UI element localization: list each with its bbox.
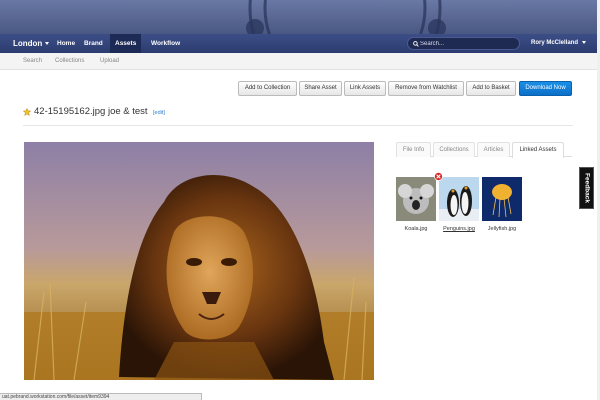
header-banner	[0, 0, 600, 34]
linked-asset-thumbnail-jellyfish[interactable]	[482, 177, 522, 221]
subnav-upload[interactable]: Upload	[100, 53, 119, 70]
linked-asset-thumbnail-penguins[interactable]	[439, 177, 479, 221]
share-asset-button[interactable]: Share Asset	[299, 81, 342, 96]
nav-brand[interactable]: Brand	[79, 34, 108, 53]
search-box	[407, 37, 520, 50]
ferris-wheel-banner-image	[246, 0, 446, 34]
main-navbar: London Home Brand Assets Workflow Rory M…	[0, 34, 600, 53]
add-to-collection-button[interactable]: Add to Collection	[238, 81, 297, 96]
search-input[interactable]	[420, 38, 515, 49]
sub-navbar: Search Collections Upload	[0, 53, 600, 70]
star-icon[interactable]	[23, 108, 31, 116]
tab-linked-assets[interactable]: Linked Assets	[512, 142, 564, 158]
linked-asset-thumbnail-koala[interactable]	[396, 177, 436, 221]
download-now-button[interactable]: Download Now	[519, 81, 572, 96]
feedback-label: Feedback	[583, 173, 590, 203]
subnav-collections[interactable]: Collections	[55, 53, 84, 70]
search-icon	[413, 40, 419, 47]
user-menu[interactable]: Rory McClelland	[531, 34, 587, 53]
chevron-down-icon	[582, 40, 587, 44]
brand-label: London	[13, 39, 43, 48]
asset-tabs: File Info Collections Articles Linked As…	[396, 142, 572, 158]
chevron-down-icon	[45, 42, 50, 46]
remove-from-watchlist-button[interactable]: Remove from Watchlist	[388, 81, 464, 96]
edit-title-link[interactable]: [edit]	[153, 106, 165, 120]
asset-preview-image	[24, 142, 374, 380]
status-bar-url: uat.pebrand.workstation.com/file/asset/i…	[0, 393, 202, 400]
tab-articles[interactable]: Articles	[477, 142, 510, 157]
nav-assets[interactable]: Assets	[110, 34, 142, 53]
subnav-search[interactable]: Search	[23, 53, 42, 70]
link-assets-button[interactable]: Link Assets	[344, 81, 386, 96]
linked-asset-label-koala[interactable]: Koala.jpg	[396, 226, 436, 232]
linked-asset-label-penguins[interactable]: Penguins.jpg	[439, 226, 479, 232]
add-to-basket-button[interactable]: Add to Basket	[466, 81, 516, 96]
brand-dropdown[interactable]: London	[13, 34, 50, 53]
nav-home[interactable]: Home	[52, 34, 80, 53]
divider	[23, 125, 573, 126]
linked-asset-label-jellyfish[interactable]: Jellyfish.jpg	[482, 226, 522, 232]
tab-file-info[interactable]: File Info	[396, 142, 431, 157]
tab-collections[interactable]: Collections	[433, 142, 475, 157]
feedback-tab[interactable]: Feedback	[579, 167, 594, 209]
user-name: Rory McClelland	[531, 40, 579, 46]
page-title: 42-15195162.jpg joe & test	[34, 106, 148, 117]
remove-link-icon[interactable]	[434, 172, 443, 181]
nav-workflow[interactable]: Workflow	[146, 34, 185, 53]
